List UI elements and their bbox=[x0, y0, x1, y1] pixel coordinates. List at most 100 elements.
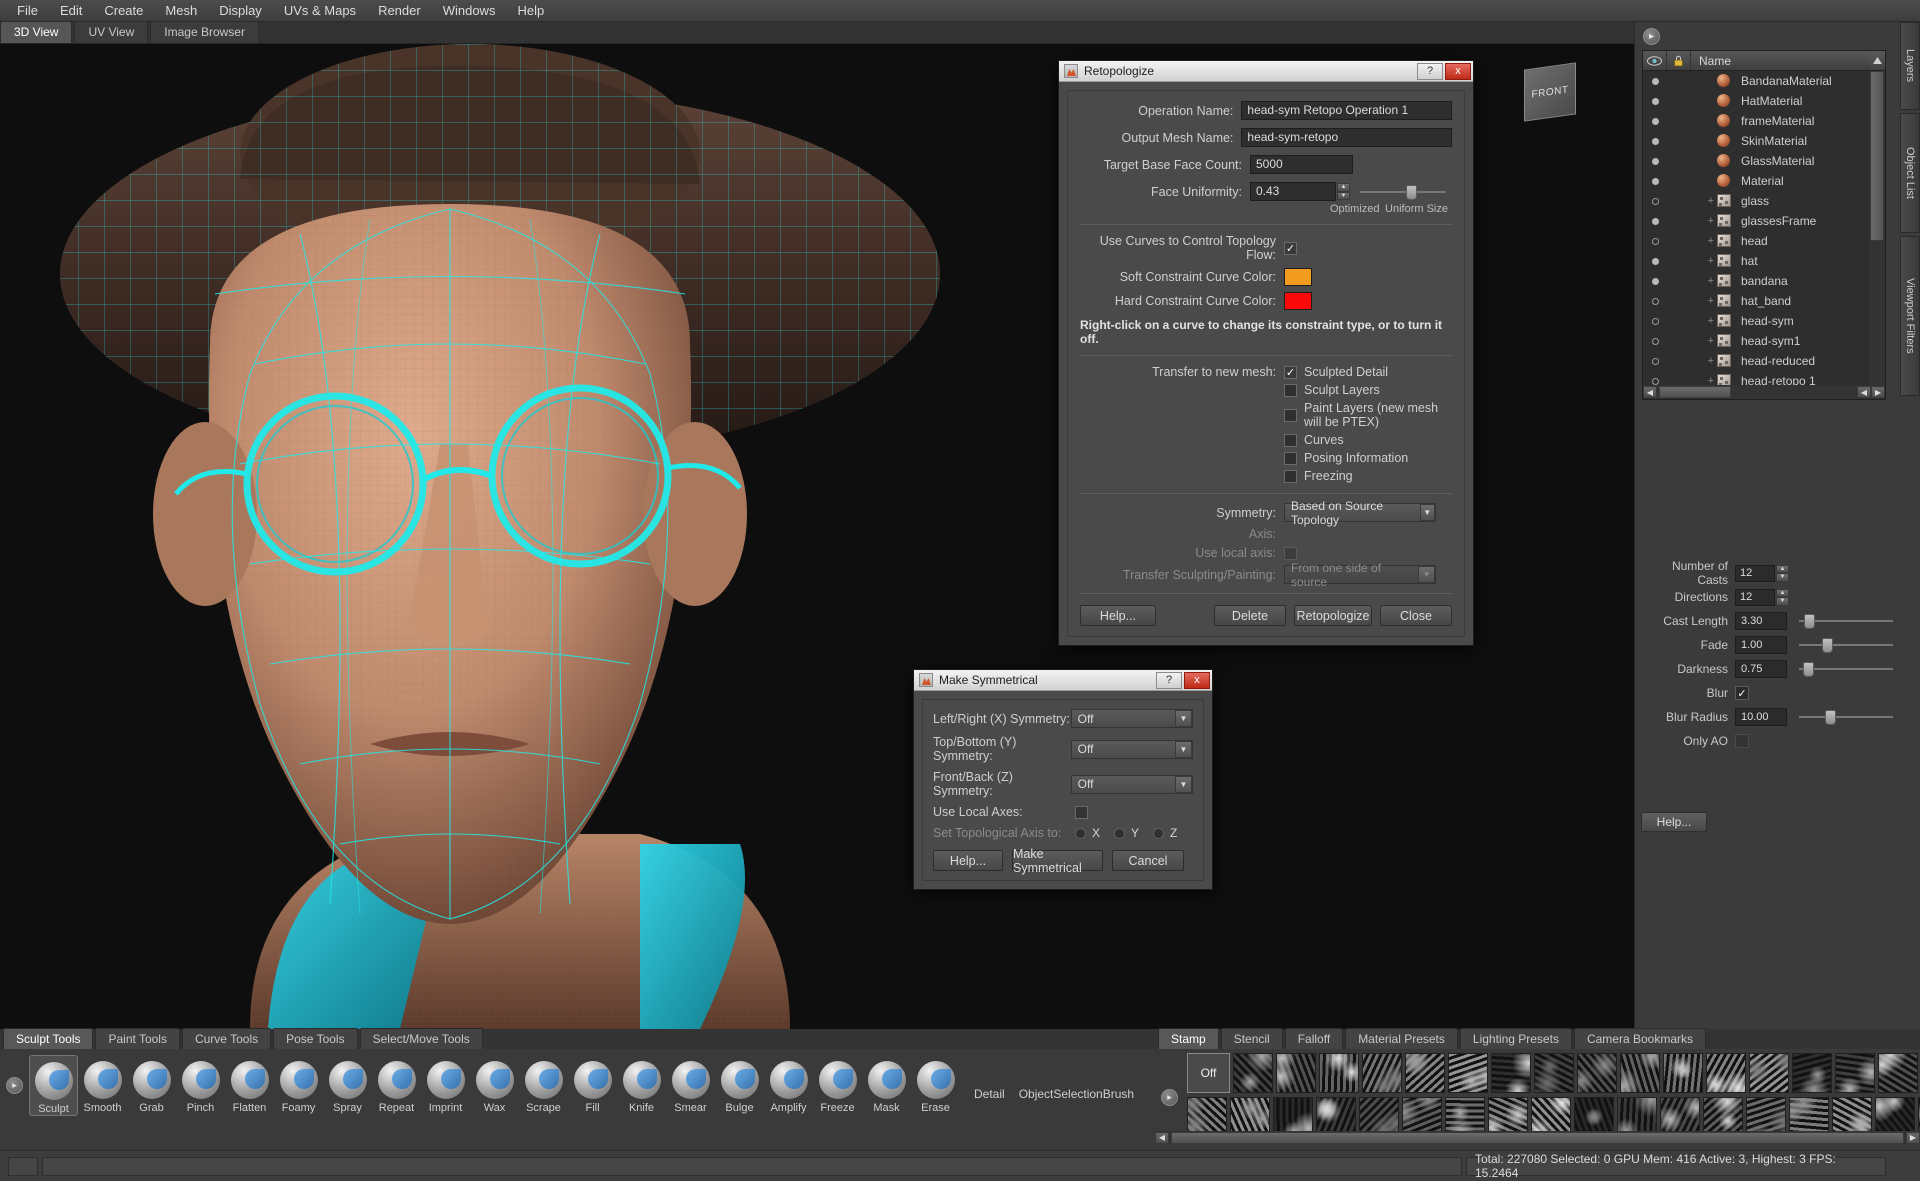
chevron-down-icon[interactable]: ▼ bbox=[1419, 504, 1435, 521]
stamp-swatch[interactable] bbox=[1448, 1053, 1488, 1093]
face-uniformity-stepper[interactable]: ▲ ▼ bbox=[1337, 183, 1350, 200]
retopologize-close-icon[interactable]: x bbox=[1445, 62, 1471, 80]
dialog-retopologize-button[interactable]: Retopologize bbox=[1294, 605, 1372, 626]
stamp-scroll-right-icon[interactable]: ▶ bbox=[1906, 1131, 1920, 1144]
menu-windows[interactable]: Windows bbox=[432, 1, 507, 21]
cast-number-input[interactable]: 1.00 bbox=[1735, 636, 1787, 654]
sculpt-tool-pinch[interactable]: Pinch bbox=[176, 1055, 225, 1116]
sculpt-tool-grab[interactable]: Grab bbox=[127, 1055, 176, 1116]
transfer-option[interactable]: Posing Information bbox=[1284, 451, 1452, 465]
tab-stencil[interactable]: Stencil bbox=[1220, 1028, 1283, 1049]
stamp-off-button[interactable]: Off bbox=[1187, 1053, 1230, 1093]
tab-falloff[interactable]: Falloff bbox=[1284, 1028, 1344, 1049]
object-list-item[interactable]: BandanaMaterial bbox=[1643, 71, 1869, 91]
stamp-hscrollbar[interactable]: ◀ ▶ bbox=[1155, 1131, 1920, 1144]
tab-image-browser[interactable]: Image Browser bbox=[150, 21, 259, 43]
vtab-object-list[interactable]: Object List bbox=[1900, 113, 1920, 233]
operation-name-input[interactable]: head-sym Retopo Operation 1 bbox=[1241, 101, 1452, 120]
make-symmetrical-close-icon[interactable]: x bbox=[1184, 671, 1210, 689]
tree-expander-icon[interactable]: + bbox=[1691, 355, 1717, 367]
sculpt-tool-flatten[interactable]: Flatten bbox=[225, 1055, 274, 1116]
cast-number-input[interactable]: 10.00 bbox=[1735, 708, 1787, 726]
object-list-item[interactable]: + head bbox=[1643, 231, 1869, 251]
hscroll-thumb[interactable] bbox=[1659, 386, 1731, 398]
sculpt-tool-spray[interactable]: Spray bbox=[323, 1055, 372, 1116]
dialog-delete-button[interactable]: Delete bbox=[1214, 605, 1286, 626]
transfer-option-checkbox[interactable] bbox=[1284, 408, 1297, 422]
tree-expander-icon[interactable]: + bbox=[1691, 215, 1717, 227]
chevron-down-icon-x[interactable]: ▼ bbox=[1175, 710, 1192, 727]
stamp-scroll-left-icon[interactable]: ◀ bbox=[1155, 1131, 1169, 1144]
object-list-item[interactable]: + head-reduced bbox=[1643, 351, 1869, 371]
output-mesh-name-input[interactable]: head-sym-retopo bbox=[1241, 128, 1452, 147]
object-list-item[interactable]: Material bbox=[1643, 171, 1869, 191]
visibility-toggle-icon[interactable] bbox=[1643, 177, 1667, 185]
tab-paint-tools[interactable]: Paint Tools bbox=[95, 1028, 180, 1049]
transfer-option[interactable]: Curves bbox=[1284, 433, 1452, 447]
tree-expander-icon[interactable]: + bbox=[1691, 195, 1717, 207]
stamp-swatch[interactable] bbox=[1534, 1053, 1574, 1093]
face-uniformity-input[interactable]: 0.43 bbox=[1250, 182, 1336, 201]
stepper-down-icon[interactable]: ▼ bbox=[1337, 191, 1350, 200]
tab-select-move-tools[interactable]: Select/Move Tools bbox=[359, 1028, 483, 1049]
sculpt-tool-sculpt[interactable]: Sculpt bbox=[29, 1055, 78, 1116]
sculpt-tool-bulge[interactable]: Bulge bbox=[715, 1055, 764, 1116]
ms-apply-button[interactable]: Make Symmetrical bbox=[1012, 847, 1103, 875]
tab-curve-tools[interactable]: Curve Tools bbox=[181, 1028, 272, 1049]
sculpt-tool-fill[interactable]: Fill bbox=[568, 1055, 617, 1116]
stamp-swatch[interactable] bbox=[1706, 1053, 1746, 1093]
stamp-swatch[interactable] bbox=[1749, 1053, 1789, 1093]
visibility-toggle-icon[interactable] bbox=[1643, 217, 1667, 225]
cast-number-input[interactable]: 0.75 bbox=[1735, 660, 1787, 678]
stepper-up-icon[interactable]: ▲ bbox=[1776, 588, 1789, 597]
tree-expander-icon[interactable]: + bbox=[1691, 295, 1717, 307]
sculpt-tool-repeat[interactable]: Repeat bbox=[372, 1055, 421, 1116]
symmetry-select[interactable]: Based on Source Topology ▼ bbox=[1284, 499, 1436, 527]
tree-expander-icon[interactable]: + bbox=[1691, 275, 1717, 287]
cast-stepper[interactable]: ▲ ▼ bbox=[1776, 588, 1789, 606]
column-header-name[interactable]: Name bbox=[1691, 51, 1869, 70]
visibility-toggle-icon[interactable] bbox=[1643, 277, 1667, 285]
tab-camera-bookmarks[interactable]: Camera Bookmarks bbox=[1573, 1028, 1706, 1049]
z-symmetry-select[interactable]: Off ▼ bbox=[1070, 774, 1193, 794]
retopologize-help-icon[interactable]: ? bbox=[1417, 62, 1443, 80]
tab-stamp[interactable]: Stamp bbox=[1158, 1028, 1219, 1049]
transfer-option-checkbox[interactable] bbox=[1284, 451, 1297, 465]
stamp-swatch[interactable] bbox=[1362, 1053, 1402, 1093]
dialog-close-button[interactable]: Close bbox=[1380, 605, 1452, 626]
vtab-viewport-filters[interactable]: Viewport Filters bbox=[1900, 236, 1920, 396]
stamp-swatch[interactable] bbox=[1835, 1053, 1875, 1093]
visibility-toggle-icon[interactable] bbox=[1643, 77, 1667, 85]
stamp-hscroll-thumb[interactable] bbox=[1171, 1131, 1904, 1144]
object-list-item[interactable]: + head-retopo 1 bbox=[1643, 371, 1869, 385]
visibility-toggle-icon[interactable] bbox=[1643, 337, 1667, 345]
hard-constraint-color-swatch[interactable] bbox=[1284, 292, 1312, 310]
cast-stepper[interactable]: ▲ ▼ bbox=[1776, 564, 1789, 582]
cast-slider[interactable] bbox=[1799, 613, 1893, 629]
stepper-up-icon[interactable]: ▲ bbox=[1776, 564, 1789, 573]
sculpt-tool-foamy[interactable]: Foamy bbox=[274, 1055, 323, 1116]
stamp-swatch[interactable] bbox=[1620, 1053, 1660, 1093]
menu-mesh[interactable]: Mesh bbox=[154, 1, 208, 21]
sculpt-tool-mask[interactable]: Mask bbox=[862, 1055, 911, 1116]
cast-number-input[interactable]: 3.30 bbox=[1735, 612, 1787, 630]
hscroll-next-button[interactable]: ▶ bbox=[1871, 386, 1885, 398]
lock-icon[interactable] bbox=[1667, 51, 1691, 70]
menu-help[interactable]: Help bbox=[506, 1, 555, 21]
sculpt-tool-wax[interactable]: Wax bbox=[470, 1055, 519, 1116]
panel-collapse-icon[interactable]: ▸ bbox=[1643, 28, 1660, 45]
object-list-item[interactable]: SkinMaterial bbox=[1643, 131, 1869, 151]
stamp-swatch[interactable] bbox=[1319, 1053, 1359, 1093]
orientation-gizmo[interactable]: FRONT bbox=[1524, 62, 1576, 122]
stepper-down-icon[interactable]: ▼ bbox=[1776, 597, 1789, 606]
object-list-item[interactable]: + hat_band bbox=[1643, 291, 1869, 311]
tree-expander-icon[interactable]: + bbox=[1691, 255, 1717, 267]
dialog-help-button[interactable]: Help... bbox=[1080, 605, 1156, 626]
target-face-count-input[interactable]: 5000 bbox=[1250, 155, 1353, 174]
object-list-item[interactable]: + head-sym bbox=[1643, 311, 1869, 331]
sculpt-tool-smooth[interactable]: Smooth bbox=[78, 1055, 127, 1116]
make-symmetrical-dialog[interactable]: Make Symmetrical ? x Left/Right (X) Symm… bbox=[913, 669, 1213, 890]
tab-pose-tools[interactable]: Pose Tools bbox=[273, 1028, 358, 1049]
transfer-option[interactable]: Freezing bbox=[1284, 469, 1452, 483]
sculpt-tool-amplify[interactable]: Amplify bbox=[764, 1055, 813, 1116]
